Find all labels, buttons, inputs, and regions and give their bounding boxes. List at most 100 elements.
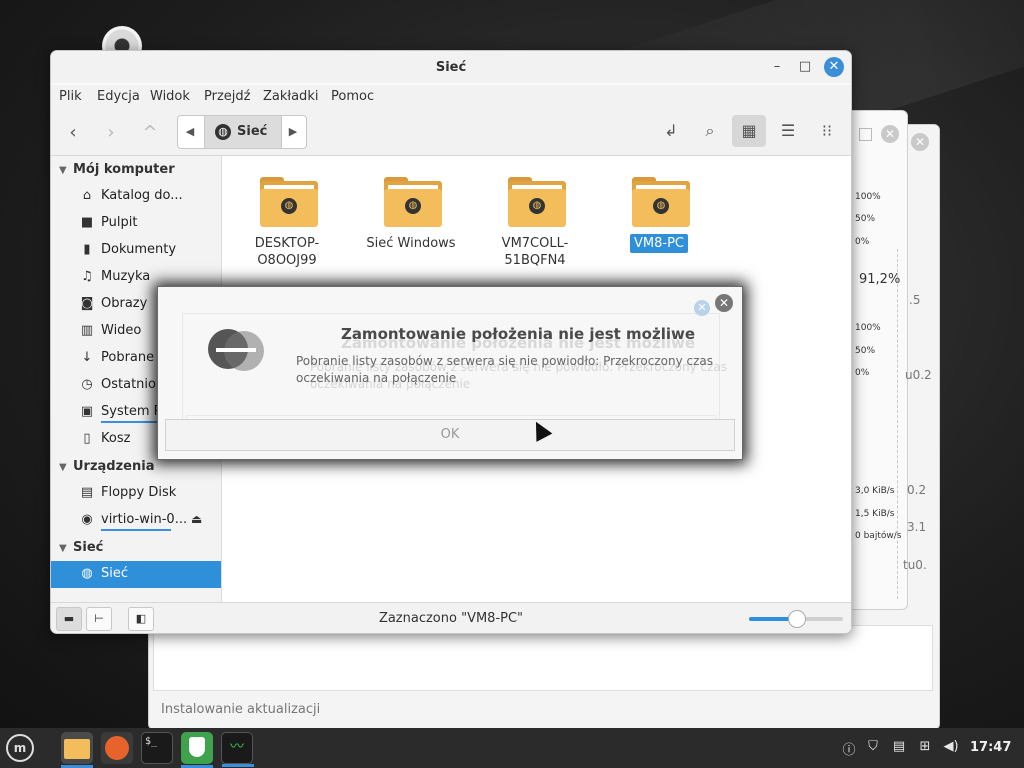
- maximize-icon[interactable]: □: [797, 59, 813, 75]
- cut-label: .5: [909, 293, 921, 307]
- taskbar-files[interactable]: [61, 732, 93, 768]
- close-icon[interactable]: ✕: [881, 125, 899, 143]
- clock-icon: ◷: [81, 377, 93, 392]
- network-tray-icon[interactable]: ⊞: [916, 739, 934, 754]
- minimize-icon[interactable]: –: [769, 59, 785, 75]
- icon-view-button[interactable]: ▦: [732, 115, 766, 147]
- trash-icon: ▯: [83, 431, 91, 446]
- file-name: Sieć Windows: [366, 236, 456, 251]
- chart-gridline: [897, 249, 898, 599]
- toolbar: [51, 109, 851, 156]
- sidebar-item-virtio[interactable]: ◉ virtio-win-0... ⏏: [51, 507, 221, 534]
- cut-label: tu0.: [903, 558, 927, 572]
- file-name: VM7COLL- 51BQFN4: [501, 236, 569, 268]
- sidebar-item-network[interactable]: ◍ Sieć: [51, 561, 221, 588]
- menu-file[interactable]: Plik: [59, 89, 82, 104]
- ok-button[interactable]: OK: [165, 419, 735, 451]
- file-item-selected[interactable]: ◍ VM8-PC: [604, 171, 714, 271]
- network-folder-icon: ◍: [632, 177, 690, 227]
- dialog-close-icon[interactable]: ✕: [715, 294, 733, 312]
- mem-scale-50: 50%: [855, 346, 876, 356]
- menu-help[interactable]: Pomoc: [331, 89, 374, 104]
- menu-edit[interactable]: Edycja: [97, 89, 140, 104]
- shield-tray-icon[interactable]: ⛉: [864, 739, 882, 754]
- menu-bar: Plik Edycja Widok Przejdź Zakładki Pomoc: [51, 85, 851, 109]
- disc-icon: ◉: [81, 512, 93, 527]
- eject-icon[interactable]: ⏏: [191, 512, 202, 526]
- mem-scale-100: 100%: [855, 323, 881, 333]
- menu-go[interactable]: Przejdź: [204, 89, 250, 104]
- volume-tray-icon[interactable]: ◀): [942, 739, 960, 754]
- cpu-scale-0: 0%: [855, 237, 870, 247]
- path-left-arrow-icon[interactable]: ◀: [178, 116, 202, 148]
- dialog-message: Pobranie listy zasobów z serwera się nie…: [296, 354, 714, 385]
- taskbar-terminal[interactable]: $_: [141, 732, 173, 764]
- drive-icon: ▣: [80, 404, 94, 419]
- net-rate-mid: 1,5 KiB/s: [855, 509, 895, 519]
- toggle-location-icon[interactable]: ↲: [654, 115, 688, 147]
- sidebar-section-my-computer[interactable]: ▼ Mój komputer: [59, 162, 175, 177]
- error-dialog: ✕ ✕ Zamontowanie położenia nie jest możl…: [157, 286, 743, 460]
- usage-bar: [101, 529, 171, 531]
- cut-label: 3.1: [907, 520, 927, 534]
- status-bar: ▬ ⊢ ◧ Zaznaczono "VM8-PC": [51, 602, 851, 633]
- forward-icon[interactable]: ›: [99, 121, 123, 145]
- cut-label: u0.2: [905, 368, 932, 382]
- net-rate-high: 3,0 KiB/s: [855, 486, 895, 496]
- network-error-icon: [208, 329, 266, 371]
- update-log-panel: [153, 625, 933, 691]
- close-icon[interactable]: ✕: [911, 133, 929, 151]
- title-bar[interactable]: Sieć – □ ✕: [51, 51, 851, 83]
- network-globe-icon: ◍: [81, 566, 93, 581]
- back-icon[interactable]: ‹: [61, 121, 85, 145]
- dialog-title: Zamontowanie położenia nie jest możliwe: [340, 325, 696, 343]
- up-icon[interactable]: ^: [138, 121, 162, 145]
- menu-mint-icon[interactable]: m: [6, 734, 34, 762]
- update-tray-icon[interactable]: ⓘ: [840, 739, 858, 758]
- clock[interactable]: 17:47: [970, 740, 1011, 755]
- zoom-slider[interactable]: [749, 610, 843, 628]
- menu-view[interactable]: Widok: [150, 89, 190, 104]
- update-status-text: Instalowanie aktualizacji: [161, 702, 321, 717]
- sidebar-item-documents[interactable]: ▮ Dokumenty: [51, 237, 221, 264]
- path-crumb-network[interactable]: ◍ Sieć: [204, 116, 282, 148]
- file-name: VM8-PC: [604, 234, 714, 253]
- taskbar-firefox[interactable]: [101, 732, 133, 764]
- sidebar-item-desktop[interactable]: ■ Pulpit: [51, 210, 221, 237]
- network-folder-icon: ◍: [508, 177, 566, 227]
- path-right-arrow-icon[interactable]: ▶: [281, 116, 305, 148]
- file-item[interactable]: ◍ Sieć Windows: [356, 171, 466, 271]
- activity-icon: 〰: [230, 739, 244, 755]
- cut-label: 0.2: [907, 483, 927, 497]
- taskbar-system-monitor[interactable]: 〰: [221, 732, 254, 767]
- path-crumb-label: Sieć: [237, 124, 268, 139]
- list-view-button[interactable]: ☰: [771, 115, 805, 147]
- maximize-icon[interactable]: [859, 128, 872, 141]
- clipboard-tray-icon[interactable]: ▤: [890, 739, 908, 754]
- close-icon[interactable]: ✕: [824, 57, 844, 77]
- documents-icon: ▮: [83, 242, 91, 257]
- sidebar-section-network[interactable]: ▼ Sieć: [59, 540, 103, 555]
- compact-view-button[interactable]: ⁝⁝: [810, 115, 844, 147]
- sidebar-item-floppy[interactable]: ▤ Floppy Disk: [51, 480, 221, 507]
- selection-status: Zaznaczono "VM8-PC": [378, 611, 524, 626]
- file-name: DESKTOP- O8OOJ99: [254, 236, 320, 268]
- sidebar-section-devices[interactable]: ▼ Urządzenia: [59, 459, 154, 474]
- path-bar: ◀ ◍ Sieć ▶: [177, 115, 307, 149]
- cpu-scale-100: 100%: [855, 192, 881, 202]
- file-item[interactable]: ◍ DESKTOP- O8OOJ99: [232, 171, 342, 271]
- menu-bookmarks[interactable]: Zakładki: [263, 89, 318, 104]
- zoom-slider-knob[interactable]: [788, 610, 806, 628]
- taskbar: m $_ 〰 ⓘ ⛉ ▤ ⊞ ◀) 17:47: [0, 728, 1024, 768]
- cpu-scale-50: 50%: [855, 214, 876, 224]
- film-icon: ▥: [80, 323, 94, 338]
- desktop-icon: ■: [80, 215, 94, 230]
- search-icon[interactable]: ⌕: [693, 115, 727, 147]
- shield-icon: [189, 737, 205, 757]
- file-item[interactable]: ◍ VM7COLL- 51BQFN4: [480, 171, 590, 271]
- sidebar-item-home[interactable]: ⌂ Katalog do...: [51, 183, 221, 210]
- folder-icon: [64, 739, 90, 759]
- cpu-usage-value: 91,2%: [859, 272, 901, 287]
- taskbar-firewall[interactable]: [181, 732, 213, 768]
- network-folder-icon: ◍: [260, 177, 318, 227]
